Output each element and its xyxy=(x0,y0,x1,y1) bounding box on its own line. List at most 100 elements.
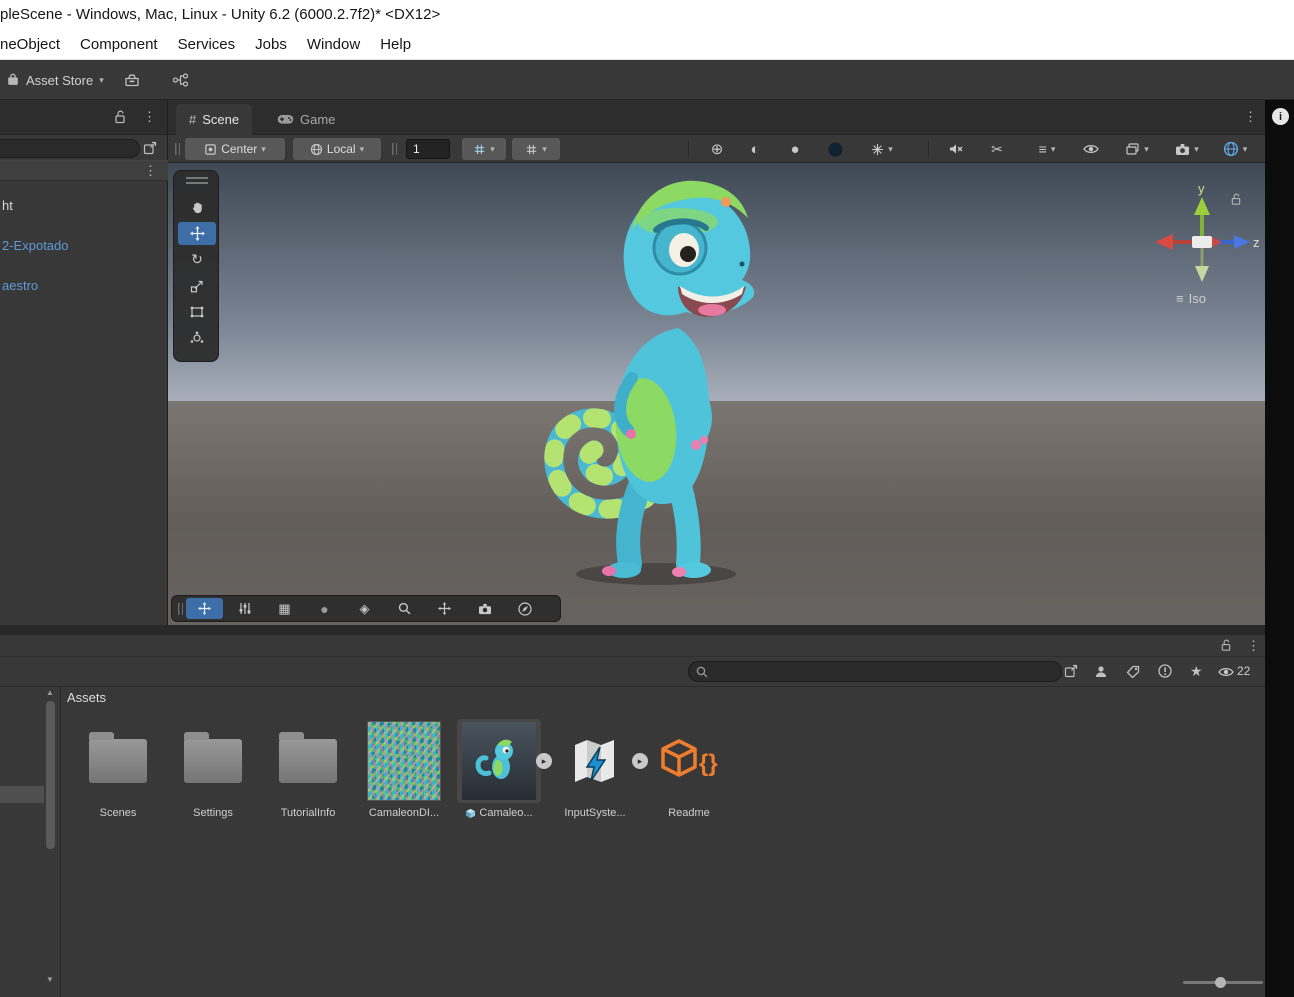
chameleon-model[interactable] xyxy=(528,168,778,598)
orientation-gizmo[interactable]: y z xyxy=(1142,182,1262,294)
project-search-input[interactable] xyxy=(688,661,1062,682)
projection-mode[interactable]: ≡ Iso xyxy=(1176,291,1206,306)
hierarchy-pick-icon[interactable] xyxy=(143,141,157,155)
scene-view-options-dropdown[interactable]: ▾ xyxy=(1212,138,1258,160)
favorites-star-icon[interactable]: ★ xyxy=(1190,663,1203,680)
hidden-count-eye-icon[interactable] xyxy=(1218,666,1234,678)
hand-tool-button[interactable] xyxy=(178,196,216,219)
render-doc-toggle[interactable]: ⊕ xyxy=(702,138,732,160)
pivot-icon xyxy=(204,143,217,156)
tools-overlay-handle[interactable] xyxy=(186,177,208,184)
asset-item-settings[interactable]: Settings xyxy=(167,719,259,819)
gizmo-lock-icon[interactable] xyxy=(1230,193,1242,206)
folder-icon xyxy=(279,732,337,783)
overlay-compass-button[interactable] xyxy=(506,598,543,619)
menu-gameobject[interactable]: neObject xyxy=(0,36,70,53)
scene-header-kebab[interactable]: ⋮ xyxy=(144,163,157,179)
menu-jobs[interactable]: Jobs xyxy=(245,36,297,53)
overlays-dropdown[interactable]: ▾ xyxy=(1116,138,1158,160)
effects-dropdown[interactable]: ▾ xyxy=(860,138,904,160)
lighting-toggle[interactable] xyxy=(820,138,850,160)
snap-increment-dropdown[interactable]: ▾ xyxy=(462,138,506,160)
scene-panel-kebab[interactable]: ⋮ xyxy=(1244,109,1257,125)
thumbnail-size-slider-thumb[interactable] xyxy=(1215,977,1226,988)
scene-visibility-toggle[interactable] xyxy=(1076,138,1106,160)
layers-icon: ≡ xyxy=(1038,141,1047,157)
move-tool-button[interactable] xyxy=(178,222,216,245)
overlay-sphere-button[interactable]: ● xyxy=(306,598,343,619)
transform-tool-button[interactable] xyxy=(178,326,216,349)
target-icon: ⊕ xyxy=(710,140,724,158)
hierarchy-search-input[interactable] xyxy=(0,139,140,158)
project-lock-icon[interactable] xyxy=(1220,639,1232,652)
archive-icon[interactable] xyxy=(124,73,140,87)
grid-visibility-dropdown[interactable]: ▾ xyxy=(512,138,560,160)
scene-viewport[interactable]: ↻ y z ≡ Iso ▦ ● ◈ xyxy=(168,163,1265,625)
scroll-down-arrow[interactable]: ▼ xyxy=(46,976,54,984)
menu-services[interactable]: Services xyxy=(168,36,246,53)
hierarchy-item-maestro[interactable]: aestro xyxy=(0,277,168,295)
menu-component[interactable]: Component xyxy=(70,36,168,53)
asset-item-tutorialinfo[interactable]: TutorialInfo xyxy=(262,719,354,819)
asset-store-label[interactable]: Asset Store xyxy=(26,73,93,88)
2d-mode-toggle[interactable]: ● xyxy=(780,138,810,160)
rect-tool-button[interactable] xyxy=(178,300,216,323)
info-icon[interactable]: i xyxy=(1272,108,1289,125)
shaded-mode-toggle[interactable]: ◐ xyxy=(740,138,770,160)
panel-splitter[interactable] xyxy=(0,625,1265,635)
tab-scene[interactable]: # Scene xyxy=(176,104,253,135)
search-by-label-icon[interactable] xyxy=(1126,665,1140,678)
scale-tool-button[interactable] xyxy=(178,274,216,297)
grid-size-input[interactable] xyxy=(406,139,450,159)
selected-folder-row[interactable] xyxy=(0,786,44,803)
asset-item-readme[interactable]: {} Readme xyxy=(643,719,735,819)
gizmo-y-label: y xyxy=(1198,182,1205,196)
overlay-grid-button[interactable]: ▦ xyxy=(266,598,303,619)
project-menu-kebab[interactable]: ⋮ xyxy=(1247,638,1260,654)
folders-scrollbar-thumb[interactable] xyxy=(46,701,55,849)
project-folders-column: ▲ ▼ xyxy=(0,687,60,997)
overlay-sliders-button[interactable] xyxy=(226,598,263,619)
rotate-tool-button[interactable]: ↻ xyxy=(178,248,216,271)
scroll-up-arrow[interactable]: ▲ xyxy=(46,689,54,697)
thumbnail-size-slider[interactable] xyxy=(1183,977,1263,988)
hierarchy-item-light[interactable]: ht xyxy=(0,197,168,215)
asset-store-caret[interactable]: ▾ xyxy=(99,75,104,85)
layers-dropdown[interactable]: ≡ ▾ xyxy=(1026,138,1068,160)
open-in-search-icon[interactable] xyxy=(1064,664,1078,678)
assets-breadcrumb[interactable]: Assets xyxy=(67,690,106,705)
globe-icon xyxy=(310,143,323,156)
assets-grid-area: Assets Scenes Settings TutorialInfo Cama… xyxy=(61,687,1265,997)
version-control-icon[interactable] xyxy=(172,73,189,87)
overlay-layers-button[interactable]: ◈ xyxy=(346,598,383,619)
hierarchy-lock-icon[interactable] xyxy=(114,110,126,124)
hierarchy-tab-area: ⋮ xyxy=(0,100,168,135)
tab-game[interactable]: Game xyxy=(264,104,348,135)
overlay-move-button[interactable] xyxy=(186,598,223,619)
hierarchy-menu-kebab[interactable]: ⋮ xyxy=(143,109,156,125)
scene-panel-tabbar: # Scene Game ⋮ xyxy=(168,100,1265,135)
bottom-toolbar-handle[interactable] xyxy=(178,602,183,615)
overlay-camera-button[interactable] xyxy=(466,598,503,619)
overlay-search-button[interactable] xyxy=(386,598,423,619)
stack-icon xyxy=(1125,142,1140,156)
search-by-type-icon[interactable] xyxy=(1094,665,1108,678)
gizmo-cut-toggle[interactable]: ✂ xyxy=(982,138,1012,160)
hierarchy-scene-header-row[interactable]: ⋮ xyxy=(0,160,168,181)
menu-window[interactable]: Window xyxy=(297,36,370,53)
camera-settings-dropdown[interactable]: ▾ xyxy=(1166,138,1208,160)
overlay-transform-button[interactable] xyxy=(426,598,463,619)
orientation-dropdown[interactable]: Local ▾ xyxy=(293,138,381,160)
search-icon xyxy=(696,666,708,677)
asset-item-model[interactable]: ▸ Camaleo... xyxy=(453,719,552,819)
overlay-handle[interactable] xyxy=(175,143,180,155)
audio-mute-toggle[interactable] xyxy=(940,138,970,160)
pivot-mode-dropdown[interactable]: Center ▾ xyxy=(185,138,285,160)
hierarchy-item-expotado[interactable]: 2-Expotado xyxy=(0,237,168,255)
asset-item-inputsystem[interactable]: ▸ InputSyste... xyxy=(549,719,648,819)
asset-item-texture[interactable]: CamaleonDI... xyxy=(358,719,450,819)
overlay-handle-2[interactable] xyxy=(392,143,397,155)
menu-help[interactable]: Help xyxy=(370,36,421,53)
asset-item-scenes[interactable]: Scenes xyxy=(72,719,164,819)
import-log-icon[interactable] xyxy=(1158,664,1172,678)
